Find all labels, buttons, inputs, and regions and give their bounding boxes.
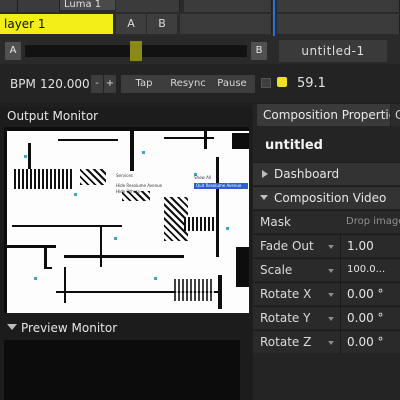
bpm-increase-button[interactable]: +: [104, 75, 116, 93]
crossfader-handle[interactable]: [130, 41, 142, 61]
rotate-z-value[interactable]: 0.00 °: [347, 331, 384, 353]
tempo-bar: BPM 120.000 - + Tap Resync Pause 59.1: [0, 64, 400, 102]
metronome-checkbox[interactable]: [261, 78, 271, 88]
section-dashboard-label: Dashboard: [274, 167, 340, 181]
fps-readout: 59.1: [297, 76, 326, 91]
section-composition-video-label: Composition Video: [274, 191, 387, 205]
menu-services: Services: [116, 173, 133, 178]
property-row-rotate-y: Rotate Y 0.00 °: [253, 306, 400, 330]
rotate-x-value[interactable]: 0.00 °: [347, 283, 384, 305]
bpm-value[interactable]: 120.000: [40, 76, 90, 92]
column-divider: [340, 331, 341, 354]
property-row-fade-out: Fade Out 1.00: [253, 234, 400, 258]
dropdown-arrow-icon[interactable]: [328, 269, 334, 273]
preview-monitor-screen[interactable]: [4, 340, 240, 400]
scale-value[interactable]: 100.0...: [347, 259, 385, 281]
layer-b-button[interactable]: B: [147, 14, 177, 34]
property-label: Rotate X: [260, 287, 312, 301]
property-row-scale: Scale 100.0...: [253, 258, 400, 282]
clip-name-luma[interactable]: Luma 1: [60, 0, 115, 10]
resync-button[interactable]: Resync: [165, 75, 211, 93]
properties-empty-area: [253, 354, 400, 400]
dropdown-arrow-icon[interactable]: [328, 341, 334, 345]
dropdown-arrow-icon[interactable]: [328, 245, 334, 249]
clip-slot[interactable]: [116, 0, 180, 12]
column-divider: [340, 283, 341, 306]
clip-slot[interactable]: [277, 0, 400, 12]
composition-name-field[interactable]: untitled-1: [279, 40, 387, 62]
expand-arrow-icon: [262, 170, 268, 178]
property-label: Mask: [260, 215, 291, 229]
bpm-label: BPM: [10, 77, 36, 91]
section-dashboard[interactable]: Dashboard: [253, 162, 400, 185]
property-row-rotate-x: Rotate X 0.00 °: [253, 282, 400, 306]
menu-show-all: Show All: [194, 175, 212, 180]
pause-button[interactable]: Pause: [212, 75, 252, 93]
clip-slot[interactable]: [18, 0, 60, 12]
crossfader-row: A B untitled-1: [0, 36, 400, 64]
clip-slot[interactable]: [184, 0, 272, 12]
property-label: Fade Out: [260, 239, 314, 253]
layer-clip-slot[interactable]: [277, 14, 400, 34]
rotate-y-value[interactable]: 0.00 °: [347, 307, 384, 329]
fps-indicator-icon: [277, 77, 287, 87]
fade-out-value[interactable]: 1.00: [347, 235, 374, 257]
tab-composition-properties[interactable]: Composition Properties: [257, 104, 390, 126]
layer-clip-slot[interactable]: [180, 14, 272, 34]
column-divider: [340, 259, 341, 282]
bpm-decrease-button[interactable]: -: [91, 75, 103, 93]
layer-name[interactable]: layer 1: [0, 14, 113, 34]
layer-strip: Luma 1 layer 1 A B: [0, 0, 400, 36]
property-label: Scale: [260, 263, 293, 277]
menu-hide-app: Hide Resolume Avenue: [116, 183, 163, 188]
composition-title: untitled: [265, 138, 323, 153]
mask-drop-target[interactable]: Drop image: [346, 211, 400, 233]
output-monitor-title: Output Monitor: [7, 109, 99, 123]
composition-properties-panel: Composition Properties C untitled Dashbo…: [253, 104, 400, 400]
dropdown-arrow-icon[interactable]: [328, 317, 334, 321]
collapse-arrow-icon: [260, 195, 268, 200]
column-divider: [340, 235, 341, 258]
tab-next[interactable]: C: [391, 104, 400, 126]
clip-slot[interactable]: [0, 0, 18, 12]
menu-hide-others: Hide Others: [116, 189, 140, 194]
tap-button[interactable]: Tap: [125, 75, 163, 93]
column-divider: [340, 307, 341, 330]
collapse-arrow-icon[interactable]: [7, 324, 17, 330]
property-row-rotate-z: Rotate Z 0.00 °: [253, 330, 400, 354]
property-row-mask: Mask Drop image: [253, 210, 400, 233]
layer-a-button[interactable]: A: [116, 14, 146, 34]
crossfader-a-button[interactable]: A: [5, 42, 21, 60]
dropdown-arrow-icon[interactable]: [328, 293, 334, 297]
menu-quit: Quit Resolume Avenue: [194, 183, 248, 189]
property-label: Rotate Y: [260, 311, 311, 325]
output-monitor-screen[interactable]: Services Hide Resolume Avenue Hide Other…: [4, 127, 249, 313]
property-label: Rotate Z: [260, 335, 312, 349]
layer-divider: [273, 0, 275, 36]
preview-monitor-title: Preview Monitor: [21, 321, 118, 335]
section-composition-video[interactable]: Composition Video: [253, 186, 400, 209]
crossfader-b-button[interactable]: B: [251, 42, 267, 60]
